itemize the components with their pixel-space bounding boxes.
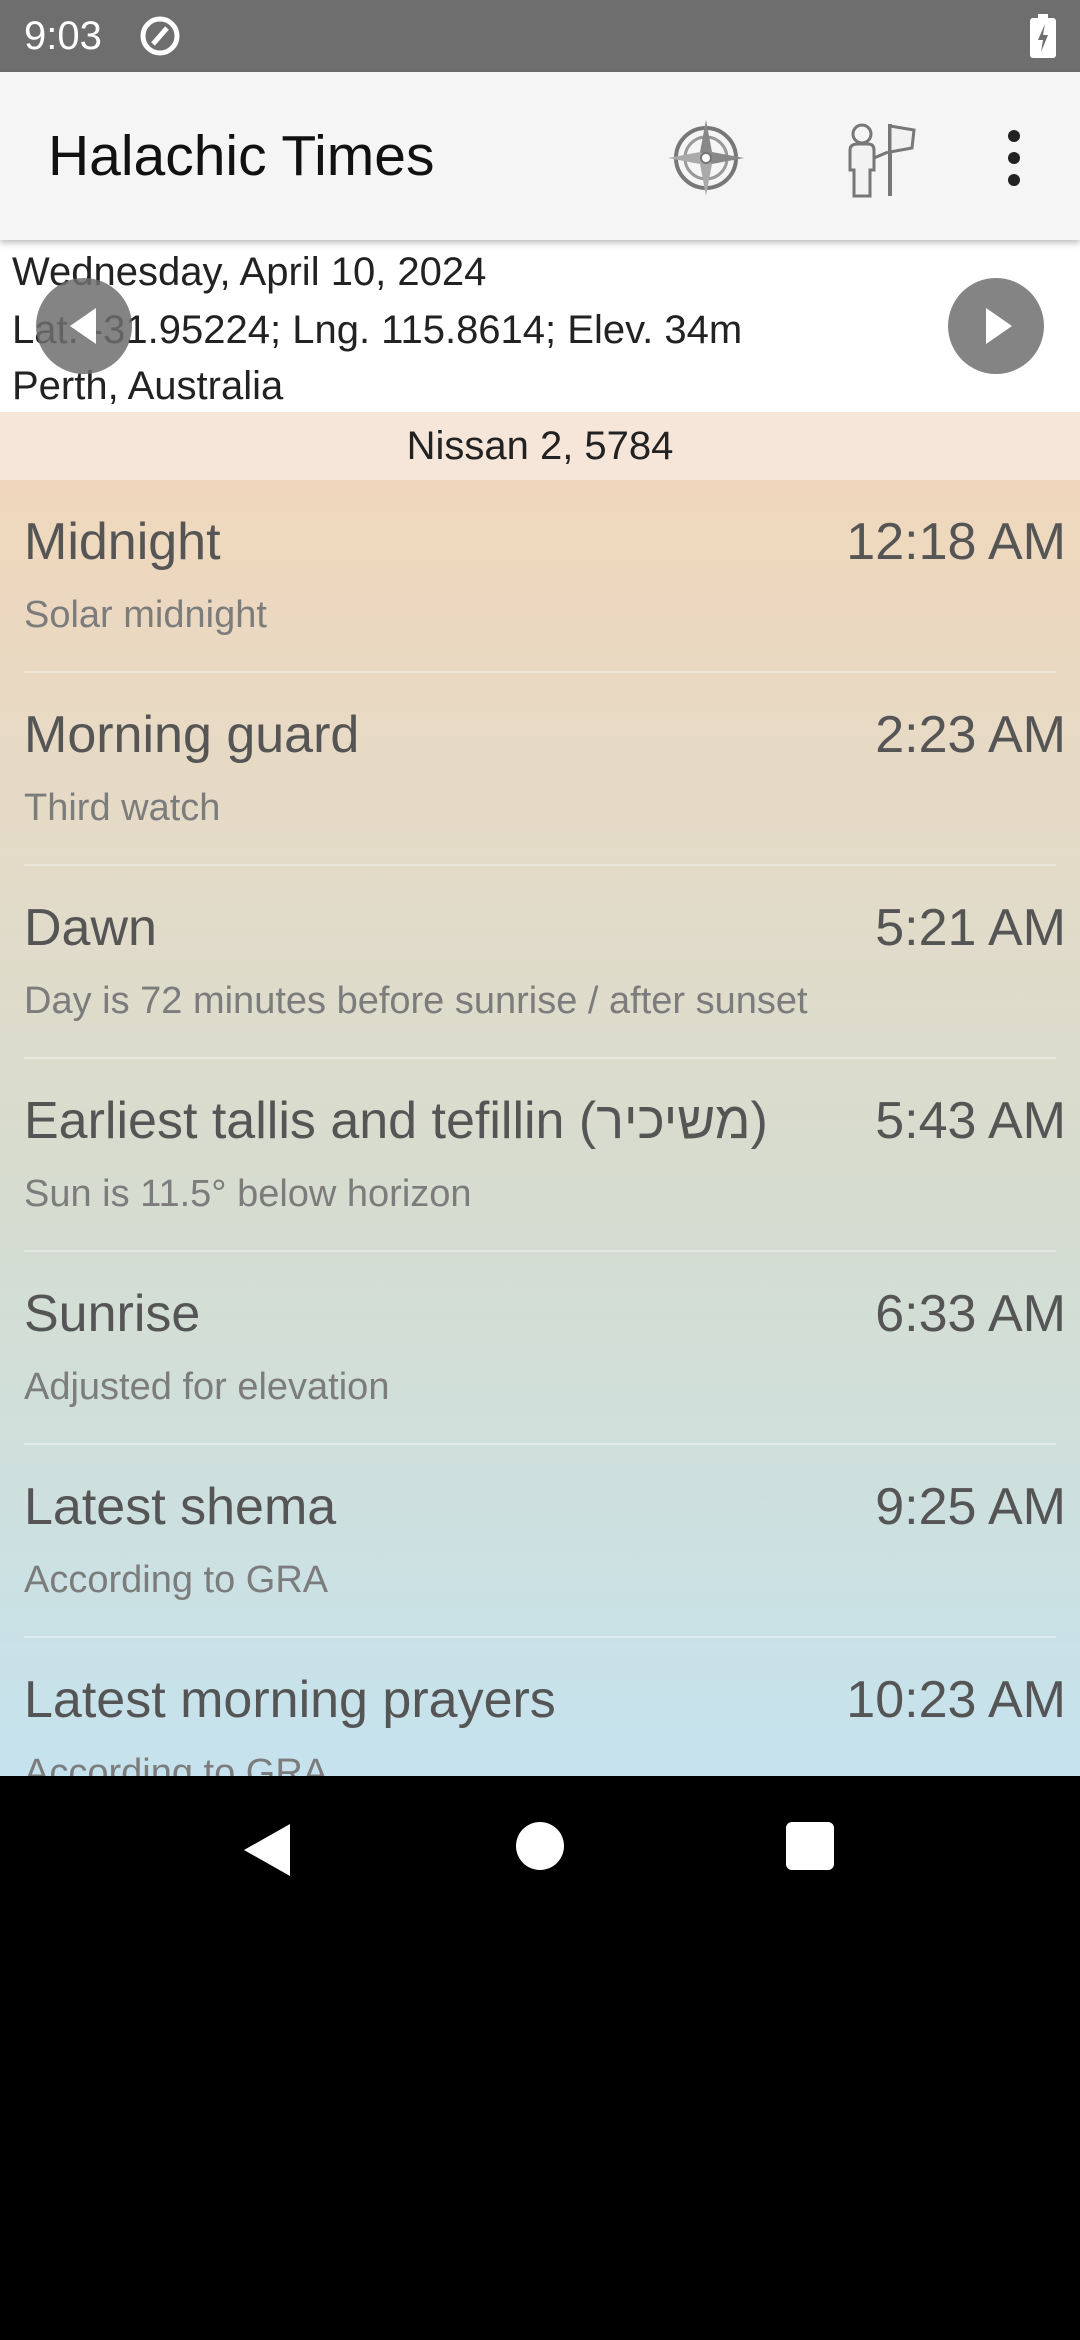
at-sign-icon: [140, 16, 180, 56]
time-row-latest-shema[interactable]: Latest shema 9:25 AM According to GRA: [0, 1445, 1080, 1638]
row-title: Midnight: [24, 513, 221, 571]
play-arrow-icon: [986, 308, 1012, 344]
date-location-header: Wednesday, April 10, 2024 Lat. -31.95224…: [0, 240, 1080, 412]
row-title: Dawn: [24, 899, 157, 957]
row-subtitle: Third watch: [24, 787, 221, 829]
next-day-button[interactable]: [948, 278, 1044, 374]
system-nav-bar: [0, 1776, 1080, 1920]
status-time: 9:03: [24, 14, 102, 58]
row-title: Earliest tallis and tefillin (משיכיר): [24, 1092, 768, 1150]
row-subtitle: Adjusted for elevation: [24, 1366, 390, 1408]
row-time: 5:43 AM: [875, 1092, 1066, 1150]
status-bar: 9:03: [0, 0, 1080, 72]
row-time: 6:33 AM: [875, 1285, 1066, 1343]
chevron-left-icon: [70, 308, 96, 344]
battery-charging-icon: [1030, 14, 1056, 58]
time-row-midnight[interactable]: Midnight 12:18 AM Solar midnight: [0, 480, 1080, 673]
row-subtitle: According to GRA: [24, 1752, 329, 1776]
compass-icon: [668, 120, 744, 196]
row-time: 5:21 AM: [875, 899, 1066, 957]
row-time: 10:23 AM: [846, 1671, 1066, 1729]
time-row-dawn[interactable]: Dawn 5:21 AM Day is 72 minutes before su…: [0, 866, 1080, 1059]
more-vert-icon: [1008, 130, 1020, 186]
row-subtitle: Sun is 11.5° below horizon: [24, 1173, 472, 1215]
row-subtitle: Day is 72 minutes before sunrise / after…: [24, 980, 808, 1022]
time-row-sunrise[interactable]: Sunrise 6:33 AM Adjusted for elevation: [0, 1252, 1080, 1445]
row-title: Latest shema: [24, 1478, 337, 1536]
recents-square-icon[interactable]: [786, 1822, 834, 1870]
app-bar: Halachic Times: [0, 72, 1080, 240]
app-title: Halachic Times: [48, 124, 435, 188]
back-triangle-icon[interactable]: [240, 1822, 292, 1878]
time-row-latest-morning-prayers[interactable]: Latest morning prayers 10:23 AM Accordin…: [0, 1638, 1080, 1776]
location-button[interactable]: [830, 112, 922, 204]
row-title: Morning guard: [24, 706, 360, 764]
home-circle-icon[interactable]: [516, 1822, 564, 1870]
row-time: 9:25 AM: [875, 1478, 1066, 1536]
row-time: 12:18 AM: [846, 513, 1066, 571]
row-title: Latest morning prayers: [24, 1671, 556, 1729]
row-time: 2:23 AM: [875, 706, 1066, 764]
compass-button[interactable]: [660, 112, 752, 204]
screen: 9:03 Halachic Times Wednesday, April 10,…: [0, 0, 1080, 2340]
row-subtitle: Solar midnight: [24, 594, 267, 636]
times-list[interactable]: Midnight 12:18 AM Solar midnight Morning…: [0, 480, 1080, 1776]
row-subtitle: According to GRA: [24, 1559, 329, 1601]
hebrew-date: Nissan 2, 5784: [0, 412, 1080, 480]
time-row-earliest-tallis[interactable]: Earliest tallis and tefillin (משיכיר) 5:…: [0, 1059, 1080, 1252]
previous-day-button[interactable]: [36, 278, 132, 374]
time-row-morning-guard[interactable]: Morning guard 2:23 AM Third watch: [0, 673, 1080, 866]
location-map-icon: [848, 123, 916, 198]
row-title: Sunrise: [24, 1285, 201, 1343]
overflow-menu-button[interactable]: [990, 112, 1038, 204]
